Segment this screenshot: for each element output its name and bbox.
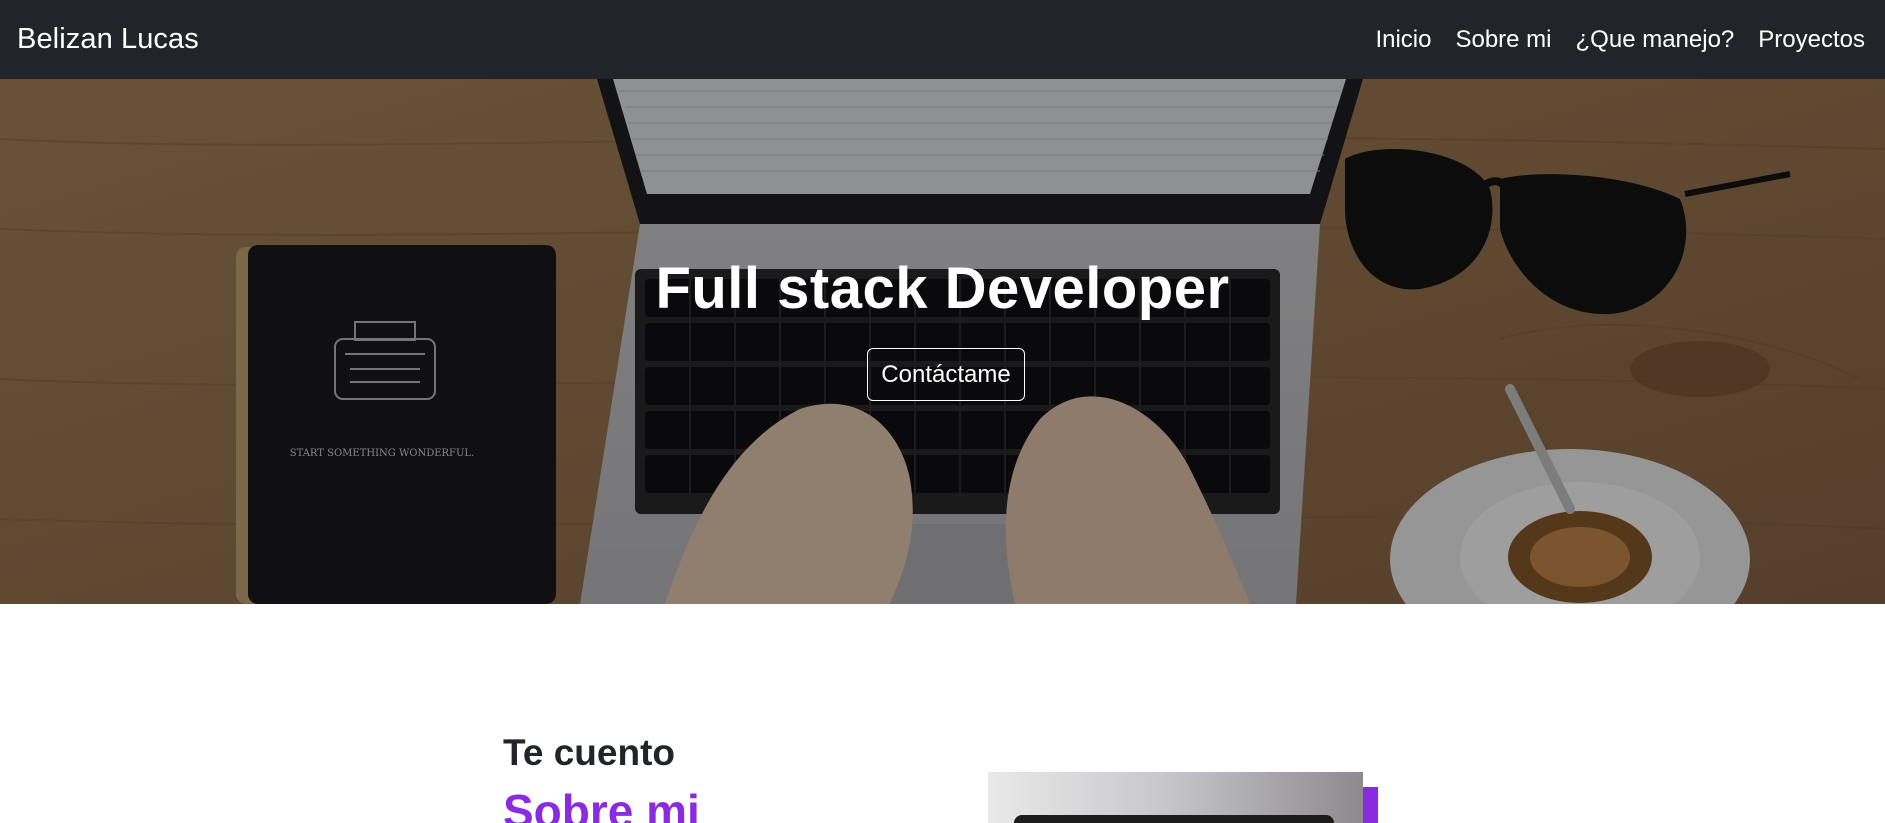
about-accent-bar [1363,787,1378,823]
navbar: Belizan Lucas Inicio Sobre mi ¿Que manej… [0,0,1885,79]
nav-links: Inicio Sobre mi ¿Que manejo? Proyectos [1363,26,1865,54]
about-section: Te cuento Sobre mi [0,604,1885,823]
about-kicker: Te cuento [503,732,675,773]
nav-link-que-manejo[interactable]: ¿Que manejo? [1564,26,1747,54]
brand-link[interactable]: Belizan Lucas [17,23,199,56]
nav-link-sobre-mi[interactable]: Sobre mi [1443,26,1563,54]
nav-link-inicio[interactable]: Inicio [1363,26,1443,54]
nav-link-proyectos[interactable]: Proyectos [1746,26,1865,54]
hero-section: START SOMETHING WONDERFUL. Full stack De… [0,79,1885,604]
about-heading: Sobre mi [503,785,700,823]
contact-button[interactable]: Contáctame [867,348,1025,401]
hero-title: Full stack Developer [655,256,1230,321]
about-image [988,772,1363,823]
hero-overlay [0,79,1885,604]
about-image-device [1014,815,1334,823]
